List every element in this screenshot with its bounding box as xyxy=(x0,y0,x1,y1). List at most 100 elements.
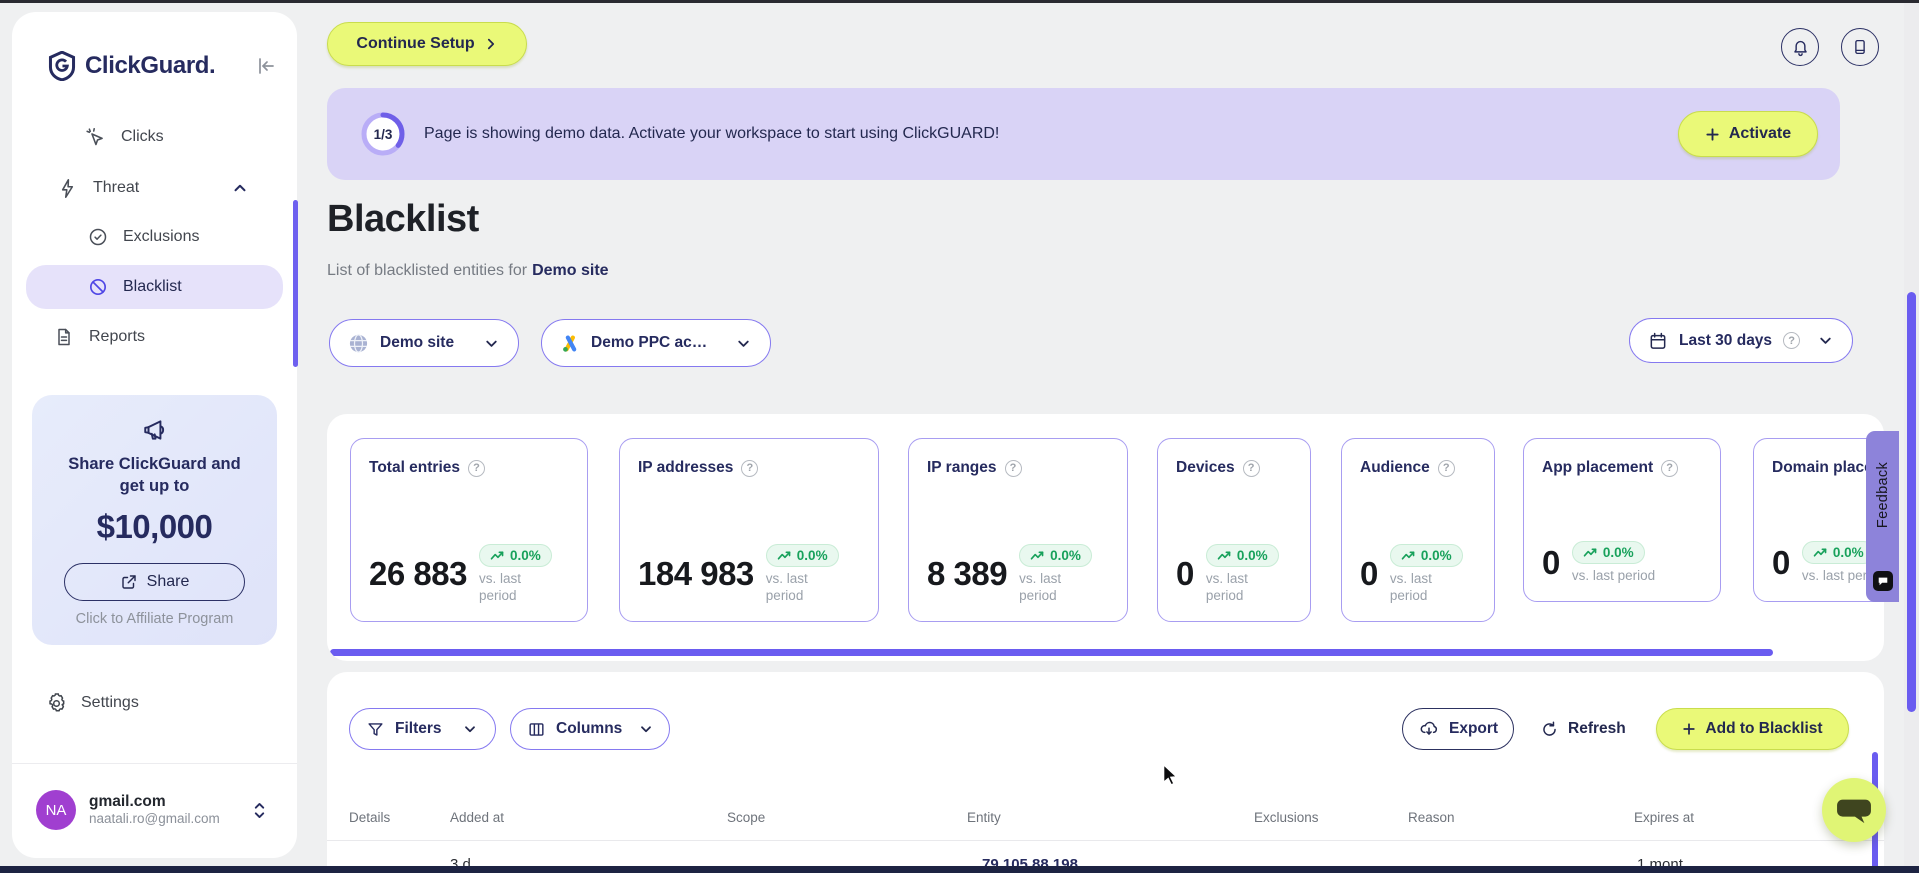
column-header-reason[interactable]: Reason xyxy=(1408,810,1455,825)
feedback-widget-icon xyxy=(1872,570,1893,591)
stat-value: 26 883 xyxy=(369,555,467,593)
external-link-icon xyxy=(120,573,138,591)
delta-badge: 0.0% xyxy=(1205,543,1279,567)
banner-message: Page is showing demo data. Activate your… xyxy=(424,125,1000,142)
setup-progress-label: 1/3 xyxy=(373,126,393,142)
help-icon[interactable] xyxy=(1004,459,1022,477)
chevron-down-icon xyxy=(638,721,654,737)
column-header-expires-at[interactable]: Expires at xyxy=(1634,810,1694,825)
share-button[interactable]: Share xyxy=(64,563,245,601)
stat-label: Total entries xyxy=(369,459,461,476)
google-ads-icon xyxy=(560,333,580,353)
column-header-entity[interactable]: Entity xyxy=(967,810,1001,825)
bell-icon xyxy=(1791,38,1810,57)
stat-label: IP ranges xyxy=(927,459,997,476)
stat-value: 0 xyxy=(1772,544,1790,582)
help-icon[interactable] xyxy=(1661,459,1679,477)
chevron-updown-icon xyxy=(252,800,267,821)
sidebar-item-label: Exclusions xyxy=(123,228,200,245)
affiliate-promo-card[interactable]: Share ClickGuard and get up to $10,000 S… xyxy=(32,395,277,645)
sidebar-item-blacklist[interactable]: Blacklist xyxy=(26,265,283,309)
column-header-scope[interactable]: Scope xyxy=(727,810,765,825)
sidebar-item-threat[interactable]: Threat xyxy=(26,168,283,208)
sidebar-item-label: Settings xyxy=(81,694,139,711)
delta-badge: 0.0% xyxy=(765,543,839,567)
stat-value: 0 xyxy=(1542,544,1560,582)
vs-period-label: vs. last period xyxy=(765,570,808,604)
stat-card-ip-ranges: IP ranges 8 389 0.0% vs. last period xyxy=(908,438,1128,622)
user-account-menu[interactable]: NA gmail.com naatali.ro@gmail.com xyxy=(36,778,281,842)
column-header-added-at[interactable]: Added at xyxy=(450,810,504,825)
page-scrollbar-thumb[interactable] xyxy=(1907,292,1916,712)
continue-setup-button[interactable]: Continue Setup xyxy=(327,22,527,66)
plus-icon xyxy=(1705,127,1720,142)
app-window: ClickGuard. Clicks Threat Exclusions Bla… xyxy=(0,0,1919,873)
help-icon[interactable] xyxy=(468,459,486,477)
gear-icon xyxy=(46,692,67,714)
refresh-button[interactable]: Refresh xyxy=(1540,714,1626,744)
sidebar-item-clicks[interactable]: Clicks xyxy=(26,117,283,157)
brand-row: ClickGuard. xyxy=(48,48,277,84)
chevron-down-icon xyxy=(735,335,752,352)
ban-icon xyxy=(88,277,108,297)
stat-value: 0 xyxy=(1360,555,1378,593)
columns-button[interactable]: Columns xyxy=(510,708,670,750)
page-subtitle: List of blacklisted entities for Demo sit… xyxy=(327,262,609,279)
promo-amount: $10,000 xyxy=(96,507,213,545)
vs-period-label: vs. last period xyxy=(1205,570,1248,604)
setup-progress-ring: 1/3 xyxy=(360,111,406,157)
stat-label: Devices xyxy=(1176,459,1235,476)
stat-card-total-entries: Total entries 26 883 0.0% vs. last perio… xyxy=(350,438,588,622)
help-icon[interactable] xyxy=(741,459,759,477)
chat-launcher-button[interactable] xyxy=(1822,778,1886,842)
changelog-button[interactable] xyxy=(1841,28,1879,66)
feedback-label: Feedback xyxy=(1874,461,1891,529)
divider xyxy=(327,840,1884,841)
stat-card-audience: Audience 0 0.0% vs. last period xyxy=(1341,438,1495,622)
date-range-selector[interactable]: Last 30 days xyxy=(1629,318,1853,363)
chevron-down-icon xyxy=(462,721,478,737)
date-range-value: Last 30 days xyxy=(1679,331,1773,349)
delta-badge: 0.0% xyxy=(478,543,552,567)
megaphone-icon xyxy=(32,417,277,443)
sidebar-scrollbar-thumb[interactable] xyxy=(293,200,298,367)
feedback-tab[interactable]: Feedback xyxy=(1866,431,1899,602)
notifications-button[interactable] xyxy=(1781,28,1819,66)
page-scrollbar-track[interactable] xyxy=(1904,0,1919,873)
delta-badge: 0.0% xyxy=(1389,543,1463,567)
sidebar-item-label: Clicks xyxy=(121,128,164,145)
vs-period-label: vs. last period xyxy=(478,570,521,604)
stat-label: IP addresses xyxy=(638,459,734,476)
add-to-blacklist-button[interactable]: Add to Blacklist xyxy=(1656,708,1849,750)
site-selector[interactable]: Demo site xyxy=(329,319,519,367)
vs-period-label: vs. last period xyxy=(1571,568,1656,584)
help-icon[interactable] xyxy=(1242,459,1260,477)
ppc-account-selector[interactable]: Demo PPC ac… xyxy=(541,319,771,367)
window-edge-bottom xyxy=(0,866,1919,873)
column-header-exclusions[interactable]: Exclusions xyxy=(1254,810,1319,825)
workspace-name: gmail.com xyxy=(89,792,166,810)
sidebar-item-exclusions[interactable]: Exclusions xyxy=(26,217,283,257)
columns-icon xyxy=(527,720,546,739)
funnel-icon xyxy=(366,720,385,739)
user-email: naatali.ro@gmail.com xyxy=(89,811,220,827)
stat-card-devices: Devices 0 0.0% vs. last period xyxy=(1157,438,1311,622)
stat-card-ip-addresses: IP addresses 184 983 0.0% vs. last perio… xyxy=(619,438,879,622)
vs-period-label: vs. last period xyxy=(1019,570,1062,604)
calendar-icon xyxy=(1648,331,1668,351)
clickguard-logo-icon xyxy=(48,51,76,81)
activate-button[interactable]: Activate xyxy=(1678,111,1818,157)
help-icon[interactable] xyxy=(1783,332,1801,349)
delta-badge: 0.0% xyxy=(1019,543,1092,567)
export-button[interactable]: Export xyxy=(1402,708,1514,750)
column-header-details[interactable]: Details xyxy=(349,810,390,825)
help-icon[interactable] xyxy=(1437,459,1455,477)
sidebar-item-settings[interactable]: Settings xyxy=(26,683,283,723)
filters-button[interactable]: Filters xyxy=(349,708,496,750)
sidebar-item-reports[interactable]: Reports xyxy=(26,317,283,357)
stats-horizontal-scrollbar-thumb[interactable] xyxy=(330,649,1773,656)
sidebar-collapse-icon[interactable] xyxy=(255,55,277,77)
affiliate-note: Click to Affiliate Program xyxy=(75,611,234,627)
plus-icon xyxy=(1682,722,1696,736)
badge-check-icon xyxy=(88,227,108,247)
